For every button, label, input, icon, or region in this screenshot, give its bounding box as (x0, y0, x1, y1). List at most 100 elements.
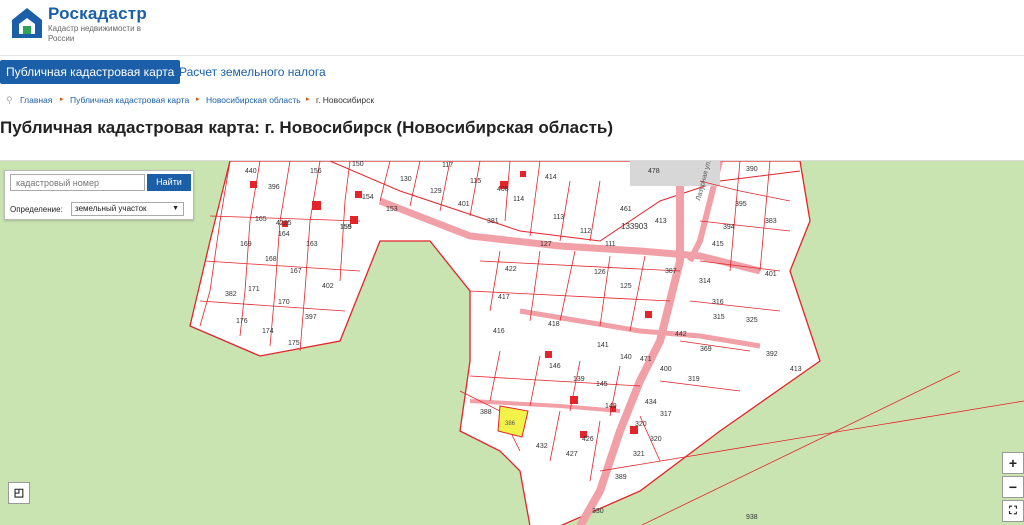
svg-text:127: 127 (540, 241, 552, 248)
search-panel: Найти Определение: земельный участок ▼ (4, 170, 194, 220)
svg-text:400: 400 (660, 366, 672, 373)
svg-text:174: 174 (262, 328, 274, 335)
find-button[interactable]: Найти (147, 174, 191, 191)
chevron-down-icon: ▼ (172, 205, 179, 212)
svg-text:319: 319 (688, 376, 700, 383)
svg-text:396: 396 (268, 184, 280, 191)
svg-text:401: 401 (765, 271, 777, 278)
breadcrumb-region[interactable]: Новосибирская область (206, 92, 301, 108)
svg-text:171: 171 (248, 286, 260, 293)
definition-select[interactable]: земельный участок ▼ (71, 202, 184, 216)
svg-text:321: 321 (633, 451, 645, 458)
breadcrumb-home[interactable]: Главная (20, 92, 52, 108)
svg-text:316: 316 (712, 299, 724, 306)
cadastral-number-input[interactable] (10, 174, 145, 191)
svg-text:402: 402 (322, 283, 334, 290)
select-area-icon[interactable]: ◰ (8, 482, 30, 504)
svg-text:383: 383 (765, 218, 777, 225)
svg-text:461: 461 (620, 206, 632, 213)
svg-text:397: 397 (305, 314, 317, 321)
breadcrumb-arrow-icon: ▸ (306, 96, 310, 103)
svg-text:125: 125 (620, 283, 632, 290)
svg-text:4225: 4225 (276, 220, 292, 227)
svg-text:369: 369 (700, 346, 712, 353)
svg-text:413: 413 (790, 366, 802, 373)
svg-text:386: 386 (505, 421, 516, 427)
zoom-in-button[interactable]: + (1002, 452, 1024, 474)
svg-text:153: 153 (386, 206, 398, 213)
breadcrumb-city: г. Новосибирск (316, 95, 375, 105)
svg-text:389: 389 (615, 474, 627, 481)
svg-text:381: 381 (487, 218, 499, 225)
tab-public-cadastral-map[interactable]: Публичная кадастровая карта (0, 60, 181, 84)
svg-text:140: 140 (620, 354, 632, 361)
svg-text:390: 390 (746, 166, 758, 173)
breadcrumb-map[interactable]: Публичная кадастровая карта (70, 92, 189, 108)
svg-text:440: 440 (245, 168, 257, 175)
brand-title[interactable]: Роскадастр (48, 4, 147, 24)
svg-text:408: 408 (497, 186, 509, 193)
breadcrumb-arrow-icon: ▸ (60, 96, 64, 103)
rosreestr-logo-icon[interactable] (8, 4, 46, 42)
svg-text:413: 413 (655, 218, 667, 225)
definition-select-value: земельный участок (75, 204, 147, 213)
svg-text:426: 426 (582, 436, 594, 443)
svg-text:150: 150 (352, 161, 364, 168)
svg-text:417: 417 (498, 294, 510, 301)
location-pin-icon: ⚲ (6, 95, 13, 105)
svg-text:139: 139 (573, 376, 585, 383)
svg-text:156: 156 (310, 168, 322, 175)
svg-text:330: 330 (592, 508, 604, 515)
svg-text:434: 434 (645, 399, 657, 406)
svg-text:176: 176 (236, 318, 248, 325)
svg-text:394: 394 (723, 224, 735, 231)
svg-text:320: 320 (635, 421, 647, 428)
svg-text:387: 387 (665, 268, 677, 275)
main-nav: Публичная кадастровая карта Расчет земел… (0, 60, 1024, 84)
svg-text:126: 126 (594, 269, 606, 276)
svg-text:165: 165 (255, 216, 267, 223)
svg-text:149: 149 (605, 403, 617, 410)
svg-text:416: 416 (493, 328, 505, 335)
svg-text:478: 478 (648, 168, 660, 175)
block-label: 133903 (621, 222, 648, 231)
zoom-out-button[interactable]: − (1002, 476, 1024, 498)
svg-text:154: 154 (362, 194, 374, 201)
svg-text:114: 114 (513, 196, 524, 203)
svg-text:938: 938 (746, 514, 758, 521)
svg-text:168: 168 (265, 256, 277, 263)
svg-text:471: 471 (640, 356, 652, 363)
svg-text:159: 159 (340, 224, 352, 231)
svg-text:129: 129 (430, 188, 442, 195)
site-header: Роскадастр Кадастр недвижимости в России (0, 0, 1024, 56)
svg-text:422: 422 (505, 266, 517, 273)
svg-text:175: 175 (288, 340, 300, 347)
svg-text:141: 141 (597, 342, 609, 349)
breadcrumb-arrow-icon: ▸ (196, 96, 200, 103)
svg-text:146: 146 (549, 363, 561, 370)
svg-text:315: 315 (713, 314, 725, 321)
svg-text:432: 432 (536, 443, 548, 450)
brand-subtitle: Кадастр недвижимости в России (48, 24, 142, 43)
svg-text:170: 170 (278, 299, 290, 306)
tab-land-tax-calc[interactable]: Расчет земельного налога (173, 60, 332, 84)
svg-text:145: 145 (596, 381, 608, 388)
svg-text:115: 115 (470, 178, 481, 185)
svg-text:167: 167 (290, 268, 302, 275)
svg-text:401: 401 (458, 201, 470, 208)
svg-text:169: 169 (240, 241, 252, 248)
svg-text:111: 111 (605, 241, 616, 248)
svg-text:164: 164 (278, 231, 290, 238)
svg-text:117: 117 (442, 162, 453, 169)
svg-text:112: 112 (580, 228, 591, 235)
svg-text:395: 395 (735, 201, 747, 208)
svg-text:314: 314 (699, 278, 711, 285)
svg-text:388: 388 (480, 409, 492, 416)
fullscreen-icon[interactable]: ⛶ (1002, 500, 1024, 522)
svg-text:392: 392 (766, 351, 778, 358)
page-title: Публичная кадастровая карта: г. Новосиби… (0, 118, 614, 137)
svg-text:415: 415 (712, 241, 724, 248)
svg-text:130: 130 (400, 176, 412, 183)
svg-text:163: 163 (306, 241, 318, 248)
svg-text:414: 414 (545, 174, 557, 181)
